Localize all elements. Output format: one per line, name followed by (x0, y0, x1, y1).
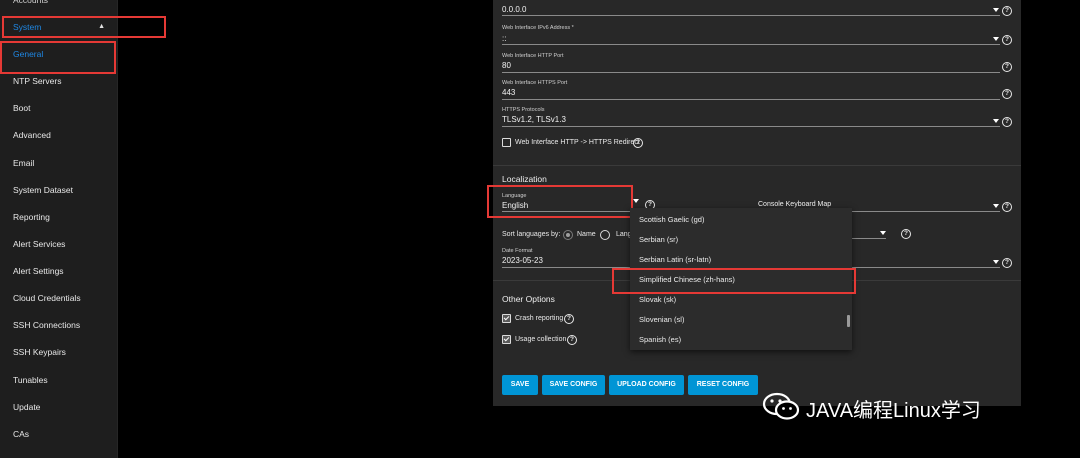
sidebar-item-email[interactable]: Email (0, 151, 117, 175)
date-format-help-icon[interactable]: ? (1002, 258, 1012, 268)
usage-collection-help-icon[interactable]: ? (567, 335, 577, 345)
https-protocols-select[interactable]: TLSv1.2, TLSv1.3 (502, 115, 566, 124)
language-label: Language (502, 193, 527, 199)
sort-by-name-label: Name (577, 231, 596, 238)
https-port-underline (502, 99, 1000, 100)
ipv6-help-icon[interactable]: ? (1002, 35, 1012, 45)
sidebar-item-advanced[interactable]: Advanced (0, 123, 117, 147)
keyboard-map-caret-icon[interactable] (993, 204, 999, 208)
http-port-underline (502, 72, 1000, 73)
language-option[interactable]: Slovenian (sl) (639, 315, 684, 324)
sidebar: Accounts System ▲ General NTP Servers Bo… (0, 0, 118, 458)
dropdown-scrollbar[interactable] (847, 315, 850, 327)
sidebar-item-cloud-credentials[interactable]: Cloud Credentials (0, 286, 117, 310)
sidebar-item-general[interactable]: General (0, 42, 117, 66)
http-port-label: Web Interface HTTP Port (502, 53, 564, 59)
sidebar-item-update[interactable]: Update (0, 395, 117, 419)
date-format-label: Date Format (502, 248, 533, 254)
https-port-label: Web Interface HTTPS Port (502, 80, 568, 86)
ipv6-underline (502, 44, 1000, 45)
language-underline (502, 211, 630, 212)
sidebar-item-ssh-keypairs[interactable]: SSH Keypairs (0, 340, 117, 364)
sidebar-item-system-dataset[interactable]: System Dataset (0, 178, 117, 202)
language-caret-icon[interactable] (633, 199, 639, 203)
language-option[interactable]: Serbian Latin (sr-latn) (639, 255, 711, 264)
https-protocols-caret-icon[interactable] (993, 119, 999, 123)
ipv4-underline (502, 15, 1000, 16)
ipv6-address-field[interactable]: :: (502, 34, 506, 43)
language-option[interactable]: Serbian (sr) (639, 235, 678, 244)
keyboard-map-label: Console Keyboard Map (758, 201, 832, 208)
sidebar-item-ntp-servers[interactable]: NTP Servers (0, 69, 117, 93)
language-option[interactable]: Slovak (sk) (639, 295, 676, 304)
language-option-simplified-chinese[interactable]: Simplified Chinese (zh-hans) (639, 275, 735, 284)
https-protocols-underline (502, 126, 1000, 127)
usage-collection-checkbox[interactable] (502, 335, 511, 344)
sort-by-name-radio[interactable] (563, 230, 573, 240)
ipv6-dropdown-caret-icon[interactable] (993, 37, 999, 41)
sidebar-item-alert-settings[interactable]: Alert Settings (0, 259, 117, 283)
timezone-caret-icon[interactable] (880, 231, 886, 235)
http-port-help-icon[interactable]: ? (1002, 62, 1012, 72)
sort-by-language-radio[interactable] (600, 230, 610, 240)
language-select[interactable]: English (502, 201, 528, 210)
usage-collection-label: Usage collection (515, 336, 567, 343)
save-config-button[interactable]: SAVE CONFIG (542, 375, 605, 395)
https-protocols-label: HTTPS Protocols (502, 107, 545, 113)
section-divider (493, 165, 1021, 166)
language-option[interactable]: Spanish (es) (639, 335, 681, 344)
sidebar-item-system[interactable]: System ▲ (0, 15, 117, 39)
sidebar-item-boot[interactable]: Boot (0, 96, 117, 120)
ipv4-dropdown-caret-icon[interactable] (993, 8, 999, 12)
watermark-text: JAVA编程Linux学习 (806, 400, 981, 422)
sidebar-item-tunables[interactable]: Tunables (0, 368, 117, 392)
timezone-help-icon[interactable]: ? (901, 229, 911, 239)
crash-reporting-help-icon[interactable]: ? (564, 314, 574, 324)
https-redirect-help-icon[interactable]: ? (633, 138, 643, 148)
language-dropdown: Scottish Gaelic (gd) Serbian (sr) Serbia… (630, 208, 852, 350)
https-redirect-label: Web Interface HTTP -> HTTPS Redirect (515, 139, 640, 146)
sort-languages-label: Sort languages by: (502, 231, 561, 238)
crash-reporting-label: Crash reporting (515, 315, 564, 322)
chevron-up-icon: ▲ (98, 23, 105, 30)
localization-title: Localization (502, 174, 547, 184)
date-format-caret-icon[interactable] (993, 260, 999, 264)
ipv4-help-icon[interactable]: ? (1002, 6, 1012, 16)
crash-reporting-checkbox[interactable] (502, 314, 511, 323)
reset-config-button[interactable]: RESET CONFIG (688, 375, 758, 395)
upload-config-button[interactable]: UPLOAD CONFIG (609, 375, 684, 395)
date-format-select[interactable]: 2023-05-23 (502, 256, 543, 265)
language-option[interactable]: Scottish Gaelic (gd) (639, 215, 704, 224)
sidebar-item-reporting[interactable]: Reporting (0, 205, 117, 229)
save-button[interactable]: SAVE (502, 375, 538, 395)
https-protocols-help-icon[interactable]: ? (1002, 117, 1012, 127)
sidebar-item-ssh-connections[interactable]: SSH Connections (0, 313, 117, 337)
other-options-title: Other Options (502, 294, 555, 304)
https-redirect-checkbox[interactable] (502, 138, 511, 147)
ipv4-address-value: 0.0.0.0 (502, 5, 527, 14)
http-port-field[interactable]: 80 (502, 61, 511, 70)
sidebar-item-alert-services[interactable]: Alert Services (0, 232, 117, 256)
sidebar-item-label: System (13, 22, 42, 32)
keyboard-map-help-icon[interactable]: ? (1002, 202, 1012, 212)
https-port-help-icon[interactable]: ? (1002, 89, 1012, 99)
https-port-field[interactable]: 443 (502, 88, 515, 97)
sidebar-item-cas[interactable]: CAs (0, 422, 117, 446)
keyboard-map-underline (852, 211, 1000, 212)
wechat-icon (762, 392, 800, 420)
ipv6-address-label: Web Interface IPv6 Address * (502, 25, 574, 31)
sidebar-item-accounts[interactable]: Accounts (0, 0, 117, 12)
timezone-underline (852, 238, 886, 239)
